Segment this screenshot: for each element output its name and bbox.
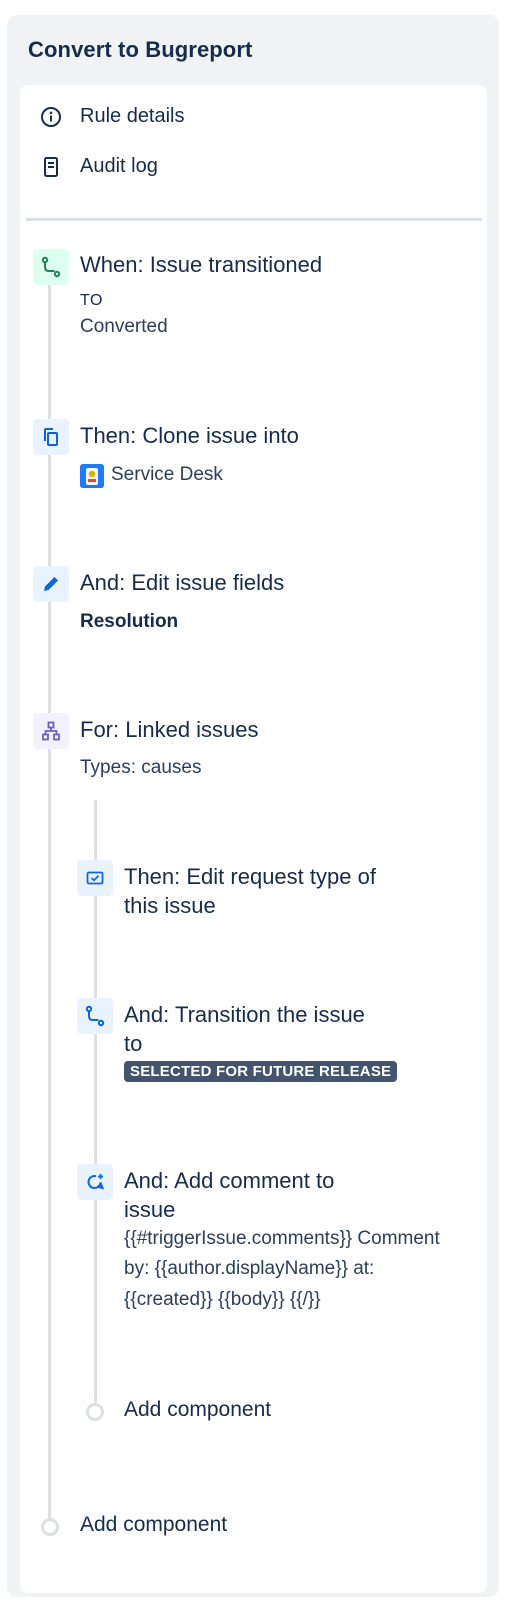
rule-card: Rule details Audit log When: Issue trans… xyxy=(20,85,487,1593)
copy-icon xyxy=(33,419,69,455)
rule-panel: Convert to Bugreport Rule details Audit … xyxy=(7,15,499,1597)
rule-title: Convert to Bugreport xyxy=(28,37,253,62)
add-component-outer-label: Add component xyxy=(80,1513,228,1536)
status-lozenge: SELECTED FOR FUTURE RELEASE xyxy=(124,1061,398,1082)
clone-title: Then: Clone issue into xyxy=(80,423,299,448)
comment-title-line1: And: Add comment to xyxy=(124,1168,335,1193)
comment-add-icon xyxy=(77,1164,113,1200)
info-icon xyxy=(40,106,62,128)
edit-request-title-line2: this issue xyxy=(124,893,216,918)
comment-body-line3: {{created}} {{body}} {{/}} xyxy=(124,1289,321,1310)
transition-title-line2: to xyxy=(124,1031,143,1056)
divider xyxy=(26,218,482,221)
document-icon xyxy=(40,156,62,178)
comment-body-line2: by: {{author.displayName}} at: xyxy=(124,1258,375,1279)
branch-types: Types: causes xyxy=(80,757,202,778)
add-component-inner-label: Add component xyxy=(124,1398,272,1421)
edit-request-title-line1: Then: Edit request type of xyxy=(124,864,376,889)
menu-label-audit-log: Audit log xyxy=(80,155,158,177)
edit-field-resolution: Resolution xyxy=(80,611,179,632)
menu-label-rule-details: Rule details xyxy=(80,105,185,127)
transition-title-line1: And: Transition the issue xyxy=(124,1002,365,1027)
edit-fields-title: And: Edit issue fields xyxy=(80,570,285,595)
transition-icon xyxy=(33,249,69,285)
service-desk-avatar xyxy=(80,464,104,488)
comment-title-line2: issue xyxy=(124,1197,176,1222)
comment-body-line1: {{#triggerIssue.comments}} Comment xyxy=(124,1228,440,1249)
transition-icon xyxy=(77,998,113,1034)
menu-item-audit-log[interactable]: Audit log xyxy=(20,147,487,187)
add-component-outer-node xyxy=(41,1518,59,1536)
branch-title: For: Linked issues xyxy=(80,717,259,742)
trigger-status: Converted xyxy=(80,316,168,337)
add-component-inner-node xyxy=(86,1403,104,1421)
menu-item-rule-details[interactable]: Rule details xyxy=(20,97,487,137)
pencil-icon xyxy=(33,566,69,602)
hierarchy-icon xyxy=(33,713,69,749)
trigger-title: When: Issue transitioned xyxy=(80,252,323,277)
request-type-icon xyxy=(77,860,113,896)
clone-project: Service Desk xyxy=(111,464,223,485)
